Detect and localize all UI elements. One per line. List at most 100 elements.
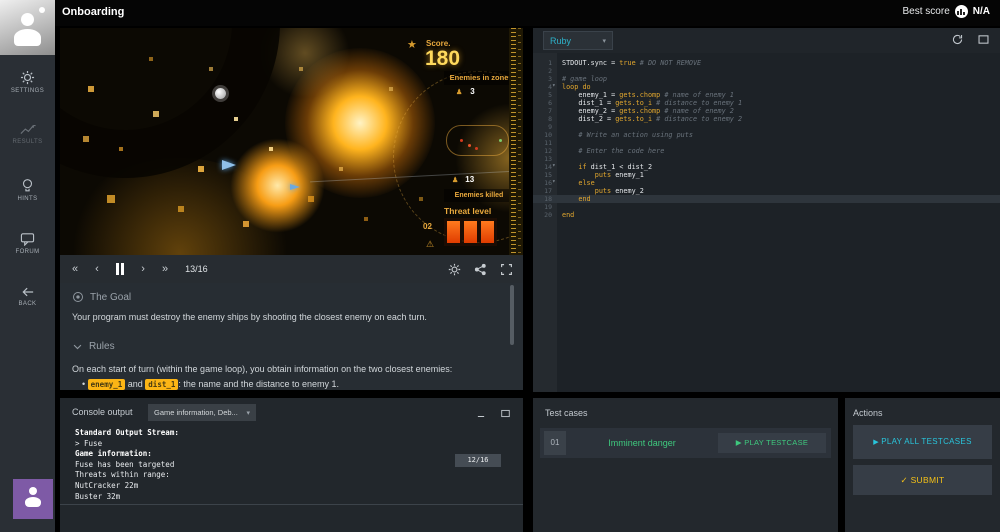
expand-editor-icon[interactable] xyxy=(977,33,990,51)
code-area[interactable]: 1STDOUT.sync = true # DO NOT REMOVE23# g… xyxy=(533,53,1000,392)
rules-intro: On each start of turn (within the game l… xyxy=(72,364,502,375)
editor-header: Ruby ▾ xyxy=(533,28,1000,53)
console-line: Game information: xyxy=(75,449,179,460)
code-text: end xyxy=(562,195,591,203)
fold-arrow-icon[interactable]: ▾ xyxy=(552,178,556,186)
notification-dot xyxy=(39,7,45,13)
sidebar: SETTINGS RESULTS HINTS FORUM BACK xyxy=(0,26,55,532)
code-text: dist_1 = gets.to_i # distance to enemy 1 xyxy=(562,99,742,107)
code-line-2[interactable]: 2 xyxy=(533,67,1000,75)
bullet-text: and xyxy=(125,379,145,389)
code-line-5[interactable]: 5 enemy_1 = gets.chomp # name of enemy 1 xyxy=(533,91,1000,99)
code-line-16[interactable]: 16▾ else xyxy=(533,179,1000,187)
sidebar-item-label: BACK xyxy=(0,301,55,307)
code-line-13[interactable]: 13 xyxy=(533,155,1000,163)
code-text: puts enemy_2 xyxy=(562,187,644,195)
code-line-7[interactable]: 7 enemy_2 = gets.chomp # name of enemy 2 xyxy=(533,107,1000,115)
console-divider xyxy=(60,504,523,505)
console-frame-badge: 12/16 xyxy=(455,454,501,467)
rewind-start-button[interactable]: « xyxy=(72,264,78,275)
minimize-icon[interactable] xyxy=(476,406,486,424)
code-line-12[interactable]: 12 # Enter the code here xyxy=(533,147,1000,155)
code-line-1[interactable]: 1STDOUT.sync = true # DO NOT REMOVE xyxy=(533,59,1000,67)
star-icon: ★ xyxy=(407,38,417,51)
enemies-killed-label: Enemies killed xyxy=(444,189,514,202)
warning-icon: ⚠ xyxy=(426,239,434,250)
viewer-settings-icon[interactable] xyxy=(448,263,461,276)
testcase-name: Imminent danger xyxy=(566,438,718,448)
fold-arrow-icon[interactable]: ▾ xyxy=(552,82,556,90)
code-line-11[interactable]: 11 xyxy=(533,139,1000,147)
line-number: 1 xyxy=(533,59,552,67)
sidebar-item-results[interactable]: RESULTS xyxy=(0,124,55,145)
line-number: 14 xyxy=(533,163,552,171)
actions-panel: Actions ▶ PLAY ALL TESTCASES ✓ SUBMIT xyxy=(845,398,1000,532)
code-line-9[interactable]: 9 xyxy=(533,123,1000,131)
step-back-button[interactable]: ‹ xyxy=(95,264,99,275)
statement-panel: The Goal Your program must destroy the e… xyxy=(60,283,523,390)
fast-forward-button[interactable]: » xyxy=(162,264,168,275)
ide-root: Onboarding Best score N/A SETTINGSRESULT… xyxy=(0,0,1000,532)
testcases-title: Test cases xyxy=(545,408,588,418)
bullet-text: : the name and the distance to enemy 1. xyxy=(178,379,339,389)
enemies-killed-count: ♟13 xyxy=(452,175,474,184)
code-line-6[interactable]: 6 dist_1 = gets.to_i # distance to enemy… xyxy=(533,99,1000,107)
code-line-14[interactable]: 14▾ if dist_1 < dist_2 xyxy=(533,163,1000,171)
line-number: 16 xyxy=(533,179,552,187)
code-line-8[interactable]: 8 dist_2 = gets.to_i # distance to enemy… xyxy=(533,115,1000,123)
explosion-glow xyxy=(230,138,325,233)
code-text: puts enemy_1 xyxy=(562,171,644,179)
code-line-19[interactable]: 19 xyxy=(533,203,1000,211)
line-number: 2 xyxy=(533,67,552,75)
code-text: else xyxy=(562,179,595,187)
code-text: end xyxy=(562,211,574,219)
code-text: enemy_1 = gets.chomp # name of enemy 1 xyxy=(562,91,734,99)
enemy-icon: ♟ xyxy=(456,89,462,96)
play-testcase-button[interactable]: ▶ PLAY TESTCASE xyxy=(718,433,826,453)
sidebar-item-forum[interactable]: FORUM xyxy=(0,232,55,255)
best-score-value: N/A xyxy=(973,6,990,17)
code-line-18[interactable]: 18 end xyxy=(533,195,1000,203)
submit-button[interactable]: ✓ SUBMIT xyxy=(853,465,992,495)
reset-code-icon[interactable] xyxy=(951,33,964,51)
user-avatar[interactable] xyxy=(0,0,55,55)
language-select[interactable]: Ruby ▾ xyxy=(543,31,613,50)
minimap-enemy-dot xyxy=(460,139,463,142)
sidebar-item-settings[interactable]: SETTINGS xyxy=(0,70,55,94)
code-line-4[interactable]: 4▾loop do xyxy=(533,83,1000,91)
sidebar-item-back[interactable]: BACK xyxy=(0,286,55,307)
goal-text: Your program must destroy the enemy ship… xyxy=(72,312,502,323)
actions-title: Actions xyxy=(853,408,883,418)
code-line-10[interactable]: 10 # Write an action using puts xyxy=(533,131,1000,139)
minimap xyxy=(446,125,509,156)
console-line: > Fuse xyxy=(75,439,179,450)
best-score-label: Best score xyxy=(903,6,950,17)
expand-console-icon[interactable] xyxy=(500,406,511,424)
fold-arrow-icon[interactable]: ▾ xyxy=(552,162,556,170)
score-chart-icon xyxy=(955,5,968,18)
console-filter-select[interactable]: Game information, Deb... ▾ xyxy=(148,404,256,421)
player-ship xyxy=(222,160,236,170)
code-line-17[interactable]: 17 puts enemy_2 xyxy=(533,187,1000,195)
player-avatar[interactable] xyxy=(13,479,53,519)
line-number: 3 xyxy=(533,75,552,83)
rules-heading[interactable]: Rules xyxy=(72,341,115,352)
pause-button[interactable] xyxy=(116,263,125,275)
code-text: loop do xyxy=(562,83,591,91)
check-icon: ✓ xyxy=(900,475,910,485)
variable-token: dist_1 xyxy=(145,379,178,390)
code-line-3[interactable]: 3# game loop xyxy=(533,75,1000,83)
goal-heading: The Goal xyxy=(72,291,131,303)
step-forward-button[interactable]: › xyxy=(141,264,145,275)
code-line-15[interactable]: 15 puts enemy_1 xyxy=(533,171,1000,179)
share-icon[interactable] xyxy=(474,263,487,276)
debris-particles xyxy=(60,28,62,30)
play-all-testcases-button[interactable]: ▶ PLAY ALL TESTCASES xyxy=(853,425,992,459)
sidebar-item-hints[interactable]: HINTS xyxy=(0,178,55,202)
line-number: 9 xyxy=(533,123,552,131)
hud-ruler xyxy=(509,28,523,255)
console-line: Fuse has been targeted xyxy=(75,460,179,471)
code-line-20[interactable]: 20end xyxy=(533,211,1000,219)
statement-scrollbar[interactable] xyxy=(510,285,514,345)
fullscreen-icon[interactable] xyxy=(500,263,513,276)
